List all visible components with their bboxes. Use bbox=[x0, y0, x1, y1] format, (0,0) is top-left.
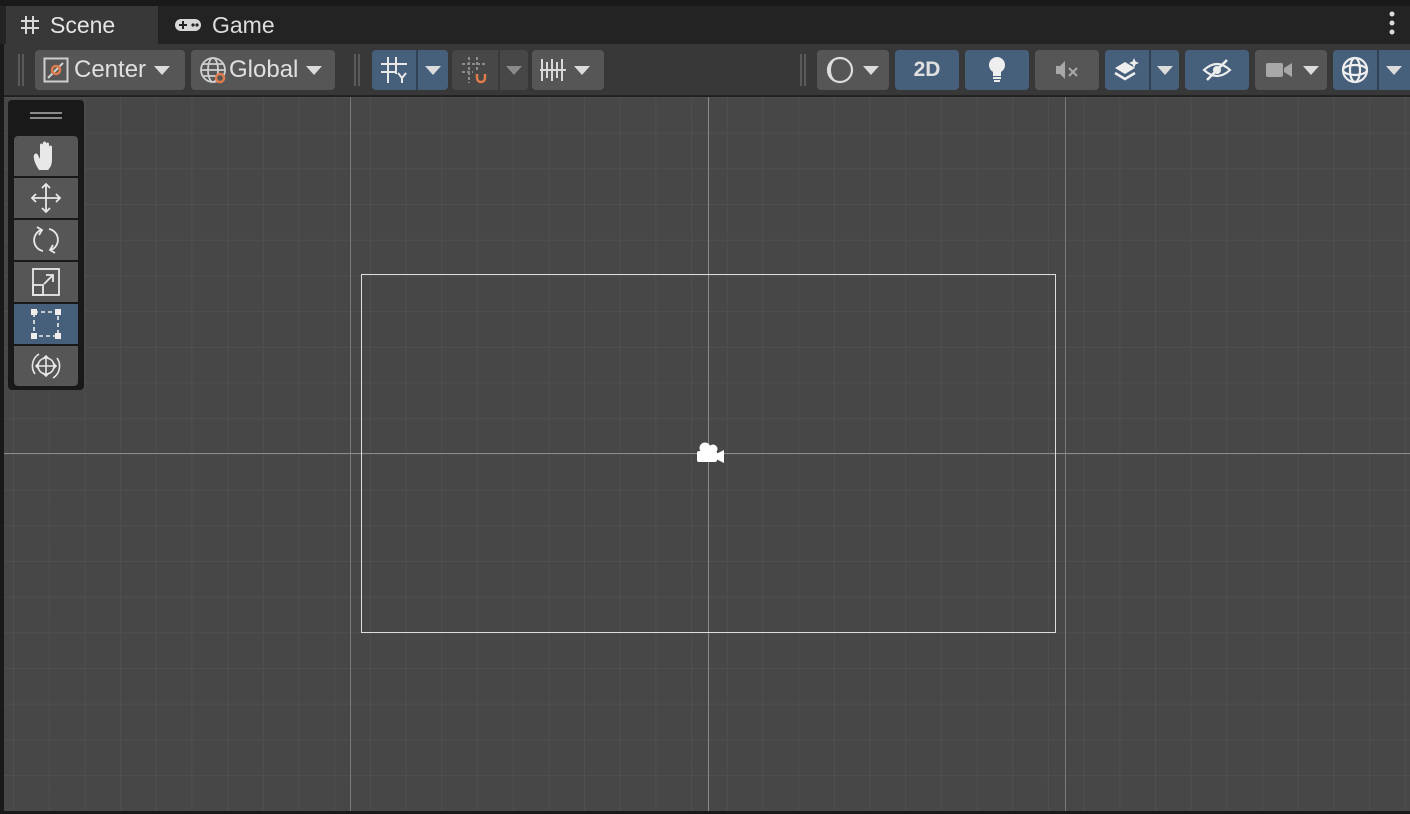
grid-major-line bbox=[1065, 97, 1066, 811]
tab-game[interactable]: Game bbox=[158, 6, 308, 44]
grid-icon bbox=[381, 57, 407, 83]
snap-grid-icon bbox=[462, 57, 487, 84]
gizmos-dropdown[interactable] bbox=[1379, 50, 1409, 90]
chevron-down-icon bbox=[306, 65, 323, 75]
grid-toggle[interactable] bbox=[372, 50, 416, 90]
chevron-down-icon bbox=[154, 65, 171, 75]
chevron-down-icon bbox=[1386, 65, 1402, 75]
increment-snapping-dropdown[interactable] bbox=[532, 50, 604, 90]
grid-major-line bbox=[350, 97, 351, 811]
gizmos-button[interactable] bbox=[1333, 50, 1410, 90]
grid-visibility-button[interactable] bbox=[372, 50, 448, 90]
pivot-rotation-dropdown[interactable]: Global bbox=[191, 50, 335, 90]
snap-options-dropdown[interactable] bbox=[500, 50, 528, 90]
draw-mode-dropdown[interactable] bbox=[817, 50, 889, 90]
rotate-tool-button[interactable] bbox=[14, 220, 78, 260]
transform-tool-button[interactable] bbox=[14, 346, 78, 386]
effects-button[interactable] bbox=[1105, 50, 1179, 90]
chevron-down-icon bbox=[506, 65, 522, 75]
palette-drag-handle[interactable] bbox=[30, 112, 62, 119]
chevron-down-icon bbox=[425, 65, 441, 75]
camera-settings-dropdown[interactable] bbox=[1255, 50, 1327, 90]
snap-toggle[interactable] bbox=[452, 50, 498, 90]
tab-scene-label: Scene bbox=[50, 11, 116, 38]
audio-toggle[interactable] bbox=[1035, 50, 1099, 90]
scene-visibility-toggle[interactable] bbox=[1185, 50, 1249, 90]
pivot-rotation-label: Global bbox=[229, 56, 299, 83]
scale-icon bbox=[32, 268, 60, 296]
mode-2d-label: 2D bbox=[913, 58, 941, 81]
scene-viewport[interactable] bbox=[4, 97, 1410, 811]
tab-bar: Scene Game bbox=[0, 0, 1410, 44]
video-camera-icon bbox=[1266, 63, 1292, 77]
audio-muted-icon bbox=[1056, 61, 1078, 79]
hand-tool-button[interactable] bbox=[14, 136, 78, 176]
ruler-icon bbox=[540, 59, 566, 81]
rect-transform-icon bbox=[31, 309, 61, 339]
move-arrows-icon bbox=[30, 182, 62, 214]
toolbar-grip[interactable] bbox=[800, 54, 806, 86]
scene-toolbar: Center Global 2D bbox=[4, 44, 1410, 96]
gamepad-icon bbox=[175, 19, 201, 31]
scale-tool-button[interactable] bbox=[14, 262, 78, 302]
grid-options-dropdown[interactable] bbox=[418, 50, 448, 90]
gizmo-globe-icon bbox=[1341, 56, 1369, 84]
toolbar-grip[interactable] bbox=[18, 54, 24, 86]
chevron-down-icon bbox=[1303, 65, 1319, 75]
lightbulb-icon bbox=[989, 57, 1005, 82]
grid-snapping-button[interactable] bbox=[452, 50, 528, 90]
chevron-down-icon bbox=[1157, 65, 1173, 75]
tool-palette bbox=[8, 100, 84, 390]
hand-icon bbox=[33, 141, 52, 170]
effects-toggle[interactable] bbox=[1105, 50, 1149, 90]
transform-icon bbox=[31, 353, 61, 379]
gizmos-toggle[interactable] bbox=[1333, 50, 1377, 90]
eye-hidden-icon bbox=[1202, 59, 1232, 81]
chevron-down-icon bbox=[574, 65, 590, 75]
effects-dropdown[interactable] bbox=[1151, 50, 1179, 90]
hash-icon bbox=[21, 16, 39, 34]
pivot-mode-label: Center bbox=[74, 56, 147, 83]
effects-layers-icon bbox=[1114, 58, 1139, 81]
rotate-icon bbox=[33, 226, 59, 254]
camera-gizmo-icon[interactable] bbox=[694, 441, 726, 465]
lighting-toggle[interactable] bbox=[965, 50, 1029, 90]
rect-tool-button[interactable] bbox=[14, 304, 78, 344]
mode-2d-toggle[interactable]: 2D bbox=[895, 50, 959, 90]
tab-scene[interactable]: Scene bbox=[6, 6, 158, 44]
more-options-icon[interactable] bbox=[1388, 10, 1396, 38]
pivot-mode-dropdown[interactable]: Center bbox=[35, 50, 185, 90]
pivot-center-icon bbox=[43, 57, 69, 83]
tab-game-label: Game bbox=[212, 11, 275, 38]
move-tool-button[interactable] bbox=[14, 178, 78, 218]
shading-sphere-icon bbox=[826, 56, 854, 84]
toolbar-grip[interactable] bbox=[354, 54, 360, 86]
chevron-down-icon bbox=[863, 65, 879, 75]
globe-icon bbox=[200, 57, 226, 84]
